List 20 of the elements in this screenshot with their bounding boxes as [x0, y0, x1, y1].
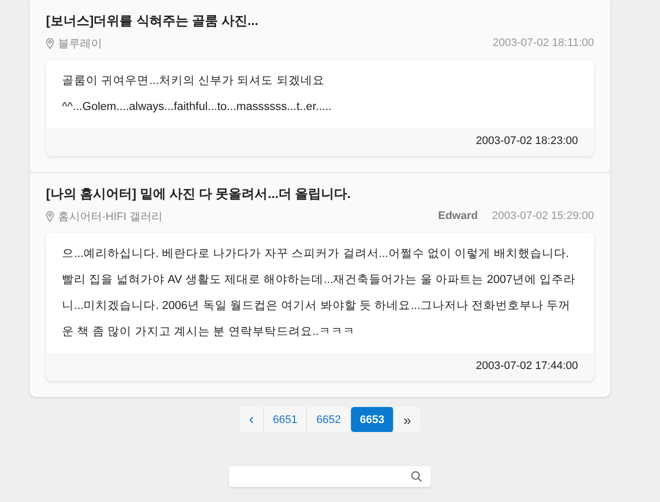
post-date: 2003-07-02 18:11:00: [492, 37, 594, 49]
post-title[interactable]: [보너스]더위를 식혀주는 골룸 사진...: [46, 12, 594, 30]
search-icon[interactable]: [411, 471, 422, 482]
post-title[interactable]: [나의 홈시어터] 밑에 사진 다 못올려서...더 올립니다.: [46, 185, 594, 203]
author-name: Edward: [438, 210, 478, 222]
last-page-button[interactable]: »: [394, 407, 420, 432]
reply-text: 으...예리하십니다. 베란다로 나가다가 자꾸 스피커가 걸려서...어쩔수 없이 이렇게 배치했습니다. 빨리 집을 넓혀가야 AV 생활도 제대로 해야하는데...재건축들어가는 울 아파트는 2007년에 입주라니...미치겠습니다. 2006년 독일 월드컵은 여기서 봐야할 듯 하네요...그나저나 전화번호부나 두꺼운 책 좀 많이 가지고 계시는 분 연락부탁드려요..ㅋㅋㅋ: [61, 247, 577, 340]
board-name[interactable]: 블루레이: [58, 36, 102, 50]
page-button[interactable]: 6651: [264, 407, 308, 432]
reply-date: 2003-07-02 17:44:00: [476, 360, 578, 372]
previous-page-button[interactable]: ‹: [240, 407, 264, 432]
search-field[interactable]: [229, 466, 431, 487]
reply-date: 2003-07-02 18:23:00: [476, 135, 578, 147]
board-name[interactable]: 홈시어터·HIFI 갤러리: [58, 208, 162, 224]
location-pin-icon: [46, 38, 54, 48]
post-date: 2003-07-02 15:29:00: [492, 210, 594, 222]
reply-text: 골룸이 귀여우면...처키의 신부가 되셔도 되겠네요 ^^...Golem....always...faithful...to...massssss...t..er.....: [61, 74, 333, 115]
page-button[interactable]: 6653: [350, 407, 394, 432]
page-button[interactable]: 6652: [307, 407, 351, 432]
location-pin-icon: [46, 210, 54, 222]
